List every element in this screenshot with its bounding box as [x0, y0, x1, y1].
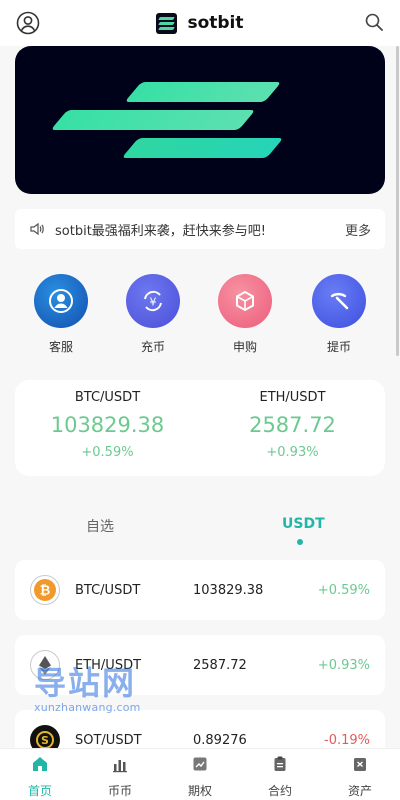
- tab-usdt[interactable]: USDT: [282, 516, 325, 532]
- home-icon: [33, 757, 47, 771]
- quick-action-withdraw[interactable]: 提币: [304, 274, 374, 355]
- notice-bar[interactable]: sotbit最强福利来袭，赶快来参与吧! 更多: [15, 209, 385, 249]
- market-pair: SOT/USDT: [75, 732, 142, 748]
- speaker-icon: [30, 222, 44, 236]
- ticker-pair: BTC/USDT: [74, 390, 141, 405]
- quick-actions: 客服 ¥ 充币 申购 提币: [0, 274, 400, 354]
- market-change: -0.19%: [324, 732, 370, 748]
- market-row[interactable]: ETH/USDT 2587.72 +0.93%: [15, 635, 385, 695]
- active-tab-indicator: [297, 539, 303, 545]
- quick-action-deposit[interactable]: ¥ 充币: [118, 274, 188, 355]
- search-icon[interactable]: [364, 12, 384, 32]
- ticker-change: +0.59%: [81, 445, 134, 460]
- withdraw-icon: [312, 274, 366, 328]
- brand-name: sotbit: [187, 13, 244, 33]
- notice-text: sotbit最强福利来袭，赶快来参与吧!: [55, 223, 266, 239]
- tab-favorites[interactable]: 自选: [86, 516, 114, 536]
- subscribe-icon: [218, 274, 272, 328]
- banner-logo-bar-middle: [50, 110, 256, 130]
- market-pair: ETH/USDT: [75, 657, 142, 673]
- tabbar-label: 资产: [347, 784, 372, 798]
- user-circle-icon[interactable]: [16, 11, 40, 35]
- ticker-btc[interactable]: BTC/USDT 103829.38 +0.59%: [15, 380, 200, 476]
- tabbar-item-assets[interactable]: 资产: [330, 755, 390, 799]
- btc-icon: ₿: [30, 575, 60, 605]
- promo-banner[interactable]: [15, 46, 385, 194]
- tabbar-item-spot[interactable]: 币币: [90, 755, 150, 799]
- customer-service-icon: [34, 274, 88, 328]
- market-row[interactable]: ₿ BTC/USDT 103829.38 +0.59%: [15, 560, 385, 620]
- ticker-pair: ETH/USDT: [259, 390, 326, 405]
- options-icon: [193, 757, 207, 771]
- tabbar-label: 首页: [27, 784, 52, 798]
- spot-icon: [113, 760, 127, 773]
- deposit-icon: ¥: [126, 274, 180, 328]
- ticker-price: 2587.72: [249, 413, 336, 437]
- market-tabs: 自选 USDT: [0, 508, 400, 548]
- eth-icon: [30, 650, 60, 680]
- quick-action-service[interactable]: 客服: [26, 274, 96, 355]
- ticker-eth[interactable]: ETH/USDT 2587.72 +0.93%: [200, 380, 385, 476]
- quick-action-label: 申购: [232, 340, 257, 354]
- tabbar-item-contract[interactable]: 合约: [250, 755, 310, 799]
- contract-icon: [274, 756, 286, 771]
- bottom-tab-bar: 首页 币币 期权 合约 资产: [0, 748, 400, 800]
- ticker-change: +0.93%: [266, 445, 319, 460]
- market-change: +0.93%: [317, 657, 370, 673]
- market-price: 103829.38: [193, 582, 264, 598]
- notice-more-link[interactable]: 更多: [345, 220, 371, 239]
- tabbar-label: 期权: [187, 784, 212, 798]
- market-price: 2587.72: [193, 657, 247, 673]
- tabbar-label: 币币: [107, 784, 132, 798]
- banner-logo-bar-top: [124, 82, 282, 102]
- brand-logo-icon: [156, 12, 178, 34]
- quick-action-subscribe[interactable]: 申购: [210, 274, 280, 355]
- ticker-price: 103829.38: [50, 413, 165, 437]
- market-change: +0.59%: [317, 582, 370, 598]
- brand: sotbit: [156, 12, 244, 34]
- svg-text:¥: ¥: [150, 296, 157, 309]
- svg-text:₿: ₿: [40, 584, 51, 599]
- quick-action-label: 充币: [140, 340, 165, 354]
- market-price: 0.89276: [193, 732, 247, 748]
- quick-action-label: 提币: [326, 340, 351, 354]
- tabbar-item-home[interactable]: 首页: [10, 755, 70, 799]
- banner-logo-bar-bottom: [121, 138, 284, 158]
- tabbar-item-options[interactable]: 期权: [170, 755, 230, 799]
- market-pair: BTC/USDT: [75, 582, 141, 598]
- svg-text:S: S: [41, 734, 49, 747]
- tabbar-label: 合约: [267, 784, 292, 798]
- assets-icon: [354, 758, 366, 771]
- top-header: sotbit: [0, 0, 400, 46]
- ticker-card: BTC/USDT 103829.38 +0.59% ETH/USDT 2587.…: [15, 380, 385, 476]
- quick-action-label: 客服: [48, 340, 73, 354]
